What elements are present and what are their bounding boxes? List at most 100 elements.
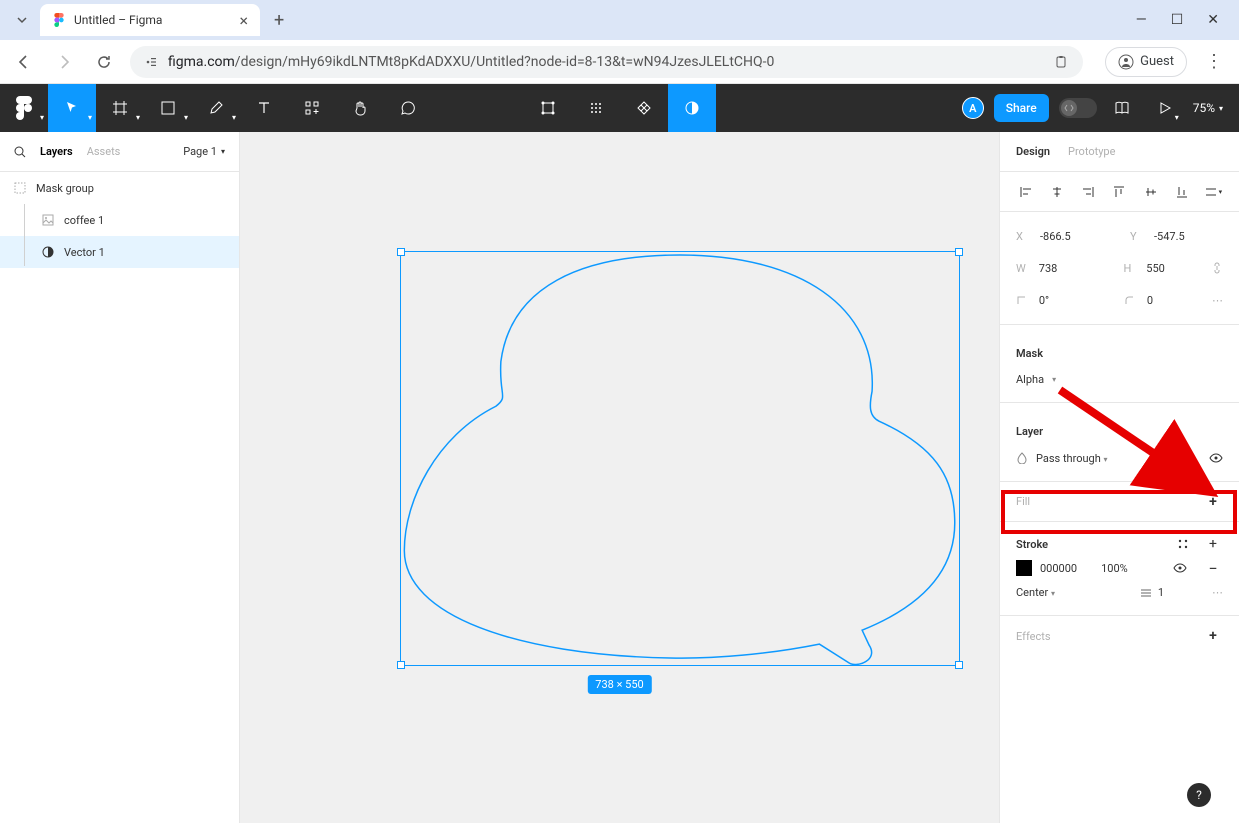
remove-stroke-button[interactable]: − bbox=[1203, 558, 1223, 578]
reload-button[interactable] bbox=[90, 48, 118, 76]
resize-handle-tl[interactable] bbox=[397, 248, 405, 256]
help-button[interactable]: ? bbox=[1187, 783, 1211, 807]
window-controls: — ☐ ✕ bbox=[1136, 12, 1231, 28]
use-as-mask-button[interactable] bbox=[620, 84, 668, 132]
figma-menu-button[interactable]: ▾ bbox=[0, 84, 48, 132]
stroke-opacity-input[interactable]: 100% bbox=[1101, 562, 1128, 575]
align-bottom-button[interactable] bbox=[1172, 182, 1192, 202]
layer-name: Vector 1 bbox=[64, 246, 105, 259]
book-icon bbox=[1114, 100, 1130, 116]
design-tab[interactable]: Design bbox=[1016, 145, 1050, 158]
stroke-color-swatch[interactable] bbox=[1016, 560, 1032, 576]
frame-tool[interactable]: ▾ bbox=[96, 84, 144, 132]
library-button[interactable] bbox=[1107, 84, 1137, 132]
blend-mode-select[interactable]: Pass through ▾ bbox=[1036, 452, 1108, 465]
h-label: H bbox=[1124, 262, 1137, 275]
add-fill-button[interactable]: + bbox=[1203, 492, 1223, 512]
share-button[interactable]: Share bbox=[994, 94, 1049, 122]
resources-tool[interactable] bbox=[288, 84, 336, 132]
layer-opacity-input[interactable]: 100% bbox=[1156, 452, 1183, 465]
align-right-button[interactable] bbox=[1078, 182, 1098, 202]
h-input[interactable]: 550 bbox=[1146, 262, 1201, 275]
edit-object-button[interactable] bbox=[524, 84, 572, 132]
stroke-weight-input[interactable]: 1 bbox=[1158, 586, 1164, 599]
present-button[interactable]: ▾ bbox=[1147, 84, 1183, 132]
arrow-left-icon bbox=[16, 54, 32, 70]
layer-row-vector[interactable]: Vector 1 bbox=[0, 236, 239, 268]
constrain-proportions-button[interactable] bbox=[1211, 261, 1223, 275]
y-input[interactable]: -547.5 bbox=[1154, 230, 1214, 243]
prototype-tab[interactable]: Prototype bbox=[1068, 145, 1115, 158]
text-tool[interactable] bbox=[240, 84, 288, 132]
diamond-icon bbox=[636, 100, 652, 116]
nav-forward-button[interactable] bbox=[50, 48, 78, 76]
align-vcenter-button[interactable] bbox=[1141, 182, 1161, 202]
comment-tool[interactable] bbox=[384, 84, 432, 132]
layers-tab[interactable]: Layers bbox=[40, 145, 73, 158]
mask-type-select[interactable]: Alpha ▾ bbox=[1016, 373, 1223, 394]
close-window-button[interactable]: ✕ bbox=[1207, 12, 1219, 28]
play-icon bbox=[1159, 102, 1171, 114]
more-options-button[interactable]: ⋯ bbox=[1212, 294, 1223, 307]
chevron-down-icon: ▾ bbox=[40, 113, 44, 122]
page-selector[interactable]: Page 1▾ bbox=[183, 145, 225, 158]
stroke-color-input[interactable]: 000000 bbox=[1040, 562, 1077, 575]
mask-button[interactable] bbox=[668, 84, 716, 132]
code-icon bbox=[1061, 100, 1077, 116]
layer-row-coffee[interactable]: coffee 1 bbox=[0, 204, 239, 236]
layer-row-mask-group[interactable]: Mask group bbox=[0, 172, 239, 204]
create-component-button[interactable] bbox=[572, 84, 620, 132]
add-stroke-button[interactable]: + bbox=[1203, 534, 1223, 554]
stroke-visibility-toggle[interactable] bbox=[1173, 561, 1187, 575]
browser-tab[interactable]: Untitled – Figma × bbox=[40, 4, 260, 36]
visibility-toggle[interactable] bbox=[1209, 451, 1223, 465]
w-input[interactable]: 738 bbox=[1039, 262, 1094, 275]
x-input[interactable]: -866.5 bbox=[1040, 230, 1100, 243]
move-tool[interactable]: ▾ bbox=[48, 84, 96, 132]
left-panel: Layers Assets Page 1▾ Mask group coffee … bbox=[0, 132, 240, 823]
browser-menu-button[interactable]: ⋮ bbox=[1199, 51, 1229, 72]
search-icon[interactable] bbox=[14, 146, 26, 158]
maximize-button[interactable]: ☐ bbox=[1171, 12, 1184, 28]
mask-section-title: Mask bbox=[1016, 333, 1223, 373]
chevron-down-icon: ▾ bbox=[1052, 375, 1056, 384]
blend-icon bbox=[1016, 452, 1028, 464]
selection-bounds[interactable] bbox=[400, 251, 960, 666]
profile-chip[interactable]: Guest bbox=[1105, 47, 1187, 77]
add-effect-button[interactable]: + bbox=[1203, 626, 1223, 646]
clipboard-icon[interactable] bbox=[1053, 54, 1069, 70]
align-hcenter-button[interactable] bbox=[1047, 182, 1067, 202]
resize-handle-br[interactable] bbox=[955, 661, 963, 669]
minimize-button[interactable]: — bbox=[1136, 12, 1147, 28]
close-tab-button[interactable]: × bbox=[239, 11, 248, 30]
canvas[interactable]: 738 × 550 bbox=[240, 132, 999, 823]
chevron-down-icon: ▾ bbox=[1219, 104, 1223, 113]
chevron-down-icon: ▾ bbox=[1175, 113, 1179, 122]
align-top-button[interactable] bbox=[1109, 182, 1129, 202]
stroke-style-button[interactable] bbox=[1173, 534, 1193, 554]
hand-tool[interactable] bbox=[336, 84, 384, 132]
frame-icon bbox=[112, 100, 128, 116]
url-bar[interactable]: figma.com/design/mHy69ikdLNTMt8pKdADXXU/… bbox=[130, 46, 1083, 78]
align-left-button[interactable] bbox=[1016, 182, 1036, 202]
image-icon bbox=[42, 214, 54, 226]
right-panel-tabs: Design Prototype bbox=[1000, 132, 1239, 172]
pen-tool[interactable]: ▾ bbox=[192, 84, 240, 132]
distribute-button[interactable]: ▾ bbox=[1203, 182, 1223, 202]
resize-handle-tr[interactable] bbox=[955, 248, 963, 256]
stroke-advanced-button[interactable]: ⋯ bbox=[1212, 586, 1223, 599]
cursor-icon bbox=[65, 101, 79, 115]
new-tab-button[interactable]: + bbox=[274, 10, 284, 31]
assets-tab[interactable]: Assets bbox=[87, 145, 121, 158]
corner-radius-input[interactable]: 0 bbox=[1147, 294, 1202, 307]
rotation-input[interactable]: 0° bbox=[1039, 294, 1094, 307]
tab-search-dropdown[interactable] bbox=[8, 6, 36, 34]
nav-back-button[interactable] bbox=[10, 48, 38, 76]
user-avatar[interactable]: A bbox=[962, 97, 984, 119]
stroke-position-select[interactable]: Center ▾ bbox=[1016, 586, 1055, 599]
zoom-control[interactable]: 75%▾ bbox=[1193, 101, 1223, 115]
right-panel: Design Prototype ▾ X -866.5 Y -547.5 W 7… bbox=[999, 132, 1239, 823]
shape-tool[interactable]: ▾ bbox=[144, 84, 192, 132]
dev-mode-toggle[interactable] bbox=[1059, 98, 1097, 118]
resize-handle-bl[interactable] bbox=[397, 661, 405, 669]
